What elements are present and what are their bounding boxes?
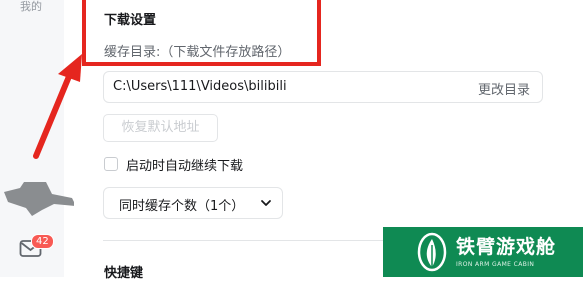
watermark-logo: 铁臂游戏舱 IRON ARM GAME CABIN (383, 227, 583, 277)
concurrent-downloads-select[interactable]: 同时缓存个数（1个） (103, 187, 283, 219)
leaf-logo-icon (417, 232, 447, 272)
concurrent-downloads-value: 同时缓存个数（1个） (119, 199, 245, 214)
cache-path-field[interactable]: C:\Users\111\Videos\bilibili 更改目录 (103, 71, 543, 103)
watermark-name: 铁臂游戏舱 (456, 236, 557, 258)
download-settings-title: 下载设置 (104, 13, 157, 28)
restore-default-button[interactable]: 恢复默认地址 (103, 114, 218, 142)
message-count-badge: 42 (31, 234, 54, 249)
watermark-subtitle: IRON ARM GAME CABIN (456, 261, 535, 268)
auto-resume-checkbox[interactable] (104, 157, 118, 171)
smudge-graphic (4, 182, 74, 216)
sidebar-item-mine[interactable]: 我的 (20, 0, 42, 14)
change-directory-button[interactable]: 更改目录 (478, 79, 530, 98)
cache-directory-label: 缓存目录:（下载文件存放路径） (104, 45, 291, 60)
shortcuts-title: 快捷键 (104, 266, 144, 281)
auto-resume-label[interactable]: 启动时自动继续下载 (126, 155, 243, 174)
annotation-arrow (33, 54, 82, 159)
chevron-down-icon (261, 200, 271, 206)
cache-path-value: C:\Users\111\Videos\bilibili (113, 79, 287, 94)
